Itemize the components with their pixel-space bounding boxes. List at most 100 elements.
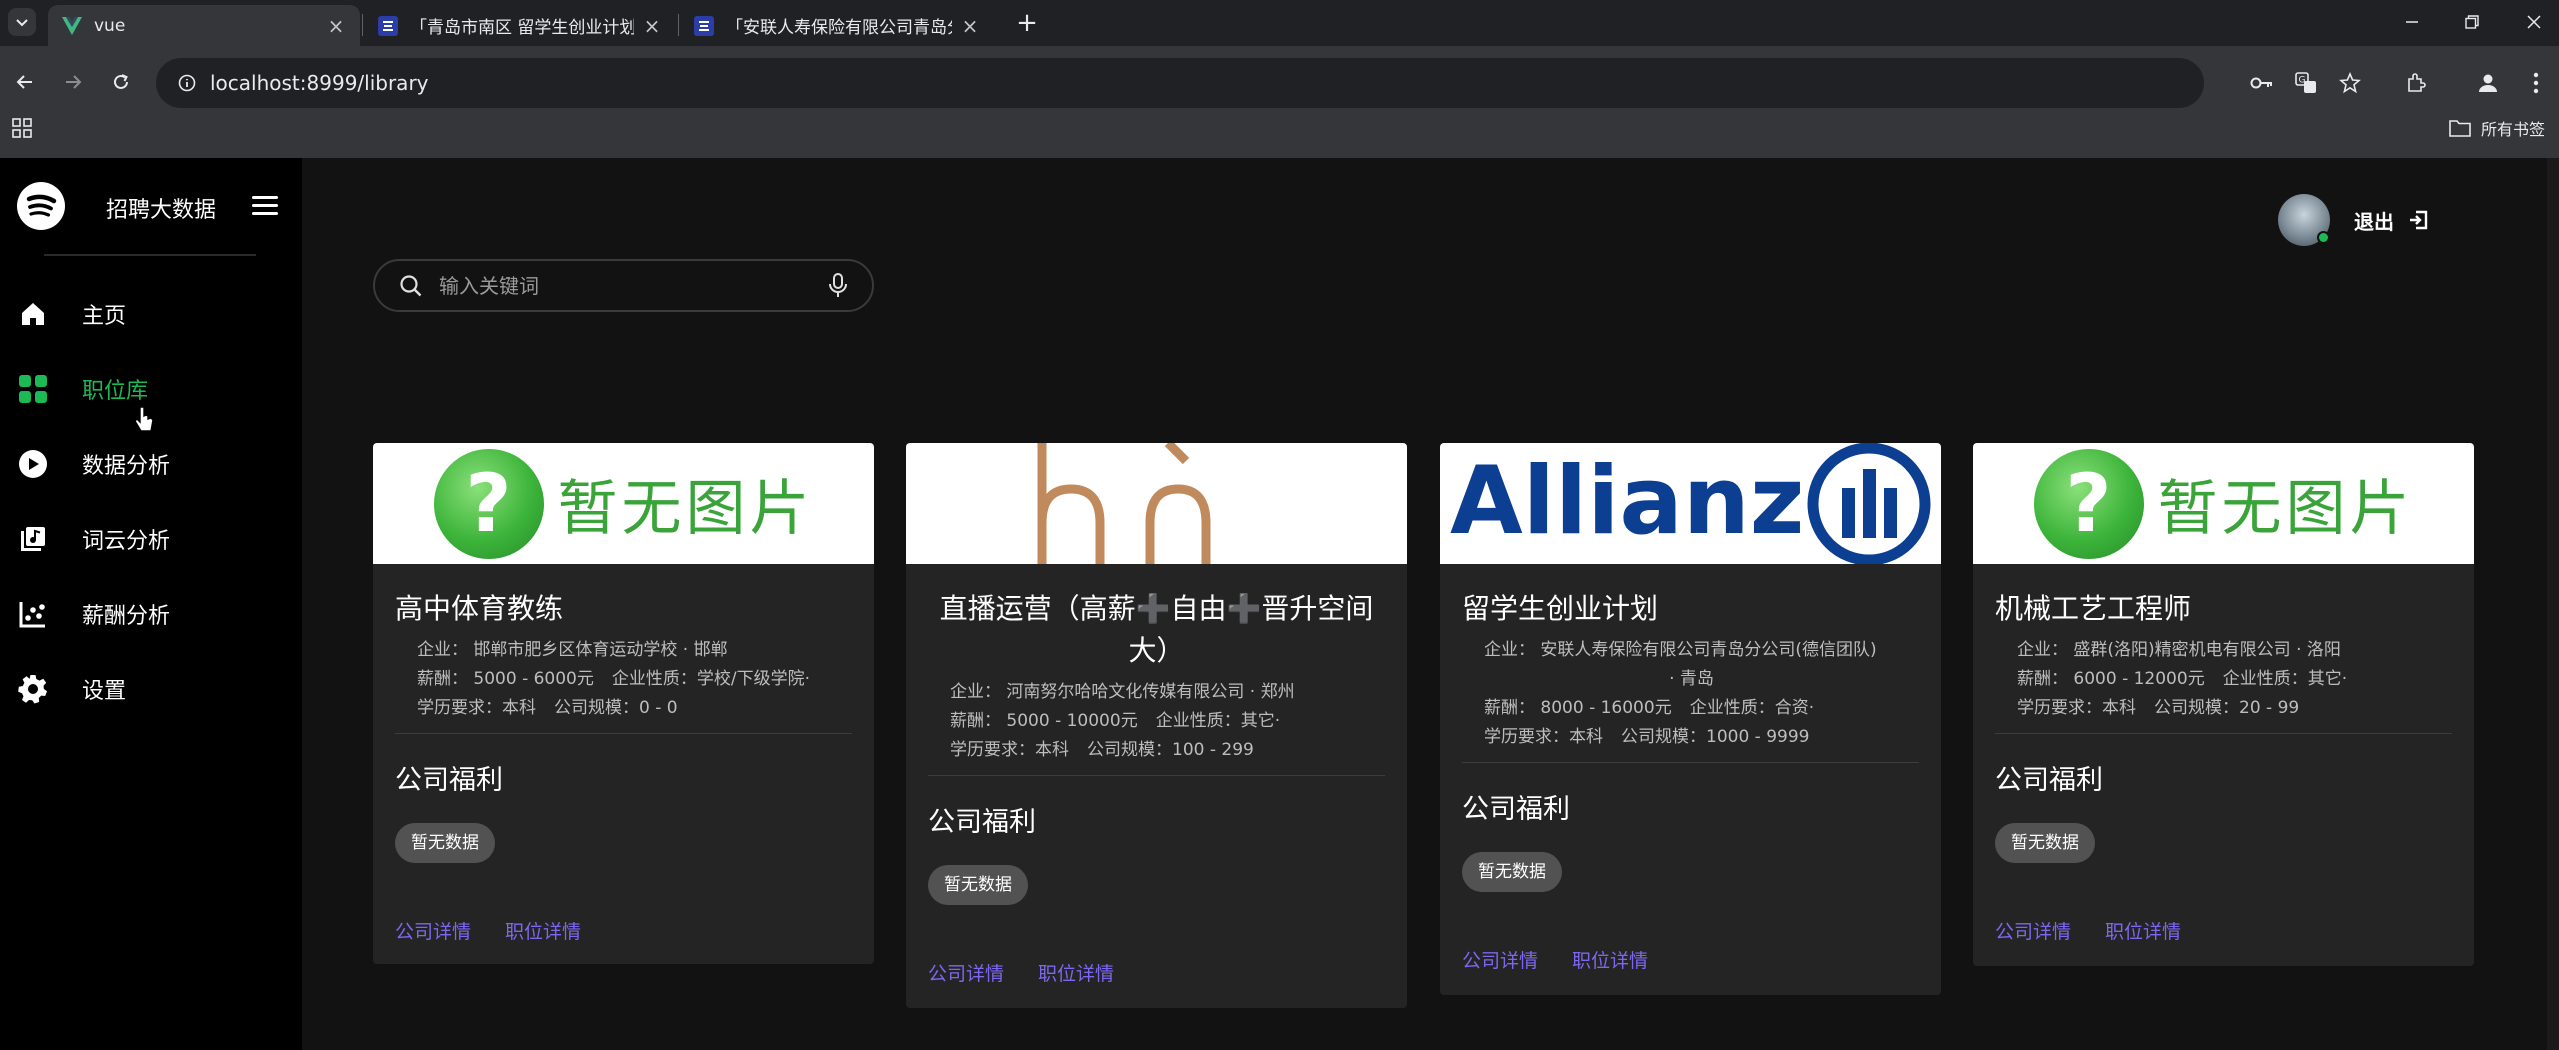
menu-toggle-icon[interactable] <box>252 196 278 220</box>
all-bookmarks-button[interactable]: 所有书签 <box>2449 116 2545 140</box>
company-image <box>906 443 1407 564</box>
education-line: 学历要求：本科 <box>950 740 1069 760</box>
grid-icon <box>16 372 50 406</box>
tab-title: 「安联人寿保险有限公司青岛分 <box>726 18 952 38</box>
search-input[interactable] <box>439 273 828 298</box>
job-title: 留学生创业计划 <box>1462 592 1659 625</box>
company-image: ? 暂无图片 <box>373 443 874 564</box>
welfare-title: 公司福利 <box>395 765 503 796</box>
job-detail-link[interactable]: 职位详情 <box>2105 917 2181 944</box>
arrow-right-icon <box>66 75 82 89</box>
close-icon[interactable]: × <box>960 14 980 38</box>
company-detail-link[interactable]: 公司详情 <box>395 917 471 944</box>
avatar[interactable] <box>2278 194 2330 246</box>
job-title: 机械工艺工程师 <box>1995 592 2192 625</box>
allianz-logo-icon: Allianz <box>1450 443 1931 564</box>
company-detail-link[interactable]: 公司详情 <box>1462 946 1538 973</box>
back-button[interactable] <box>8 65 42 99</box>
password-key-icon[interactable] <box>2246 67 2278 99</box>
more-menu-icon[interactable] <box>2520 67 2552 99</box>
microphone-icon[interactable] <box>828 272 848 299</box>
restore-icon <box>2465 15 2479 29</box>
brand-title: 招聘大数据 <box>106 198 217 223</box>
sidebar-item-salary[interactable]: 薪酬分析 <box>0 586 302 642</box>
tab-job-detail-2[interactable]: 「安联人寿保险有限公司青岛分 × <box>680 5 994 46</box>
divider <box>44 254 256 256</box>
job-site-icon <box>378 15 398 36</box>
vue-icon <box>62 16 82 36</box>
info-icon[interactable] <box>178 74 196 92</box>
profile-icon[interactable] <box>2472 67 2504 99</box>
job-card: ? 暂无图片 机械工艺工程师 企业： 盛群(洛阳)精密机电有限公司 · 洛阳 薪… <box>1973 443 2474 966</box>
bookmark-star-icon[interactable] <box>2334 67 2366 99</box>
company-line: 企业： 盛群(洛阳)精密机电有限公司 · 洛阳 <box>2017 640 2341 660</box>
company-detail-link[interactable]: 公司详情 <box>1995 917 2071 944</box>
logout-label: 退出 <box>2354 209 2394 234</box>
spotify-logo-icon[interactable] <box>17 182 65 230</box>
company-scale: 公司规模：100 - 299 <box>1087 740 1254 760</box>
company-line: 企业： 安联人寿保险有限公司青岛分公司(德信团队) <box>1484 640 1877 660</box>
all-bookmarks-label: 所有书签 <box>2480 120 2545 139</box>
extensions-icon[interactable] <box>2400 67 2432 99</box>
close-icon[interactable]: × <box>326 14 346 38</box>
job-detail-link[interactable]: 职位详情 <box>1038 959 1114 986</box>
company-detail-link[interactable]: 公司详情 <box>928 959 1004 986</box>
reload-button[interactable] <box>104 65 138 99</box>
address-bar[interactable]: localhost:8999/library <box>156 58 2204 108</box>
sidebar-item-wordcloud[interactable]: 词云分析 <box>0 511 302 567</box>
divider <box>395 733 852 734</box>
job-card: ? 暂无图片 高中体育教练 企业： 邯郸市肥乡区体育运动学校 · 邯郸 薪酬： … <box>373 443 874 964</box>
sidebar-item-home[interactable]: 主页 <box>0 286 302 342</box>
job-detail-link[interactable]: 职位详情 <box>1572 946 1648 973</box>
home-icon <box>16 297 50 331</box>
sidebar-item-label: 词云分析 <box>82 529 171 554</box>
tab-job-detail-1[interactable]: 「青岛市南区 留学生创业计划」 × <box>364 5 676 46</box>
welfare-title: 公司福利 <box>1995 765 2103 796</box>
job-detail-link[interactable]: 职位详情 <box>505 917 581 944</box>
question-mark-icon: ? <box>433 448 544 559</box>
svg-text:G: G <box>2299 76 2306 86</box>
divider <box>1995 733 2452 734</box>
close-window-button[interactable] <box>2514 6 2554 38</box>
sidebar-item-settings[interactable]: 设置 <box>0 661 302 717</box>
job-card: 直播运营（高薪➕自由➕晋升空间大） 企业： 河南努尔哈哈文化传媒有限公司 · 郑… <box>906 443 1407 1008</box>
user-box: 退出 <box>2278 194 2428 246</box>
scrollbar[interactable] <box>2547 158 2559 1050</box>
salary-line: 薪酬： 5000 - 6000元 <box>417 669 594 689</box>
restore-button[interactable] <box>2452 6 2492 38</box>
tab-vue[interactable]: vue × <box>48 5 360 46</box>
sidebar-item-label: 设置 <box>82 679 127 704</box>
tab-search-button[interactable] <box>8 8 36 36</box>
browser-toolbar: localhost:8999/library G <box>0 46 2559 158</box>
education-line: 学历要求：本科 <box>1484 727 1603 747</box>
salary-line: 薪酬： 8000 - 16000元 <box>1484 698 1672 718</box>
job-meta: 企业： 安联人寿保险有限公司青岛分公司(德信团队) · 青岛 薪酬： 8000 … <box>1462 630 1919 752</box>
reload-icon <box>114 74 128 89</box>
translate-icon[interactable]: G <box>2290 67 2322 99</box>
logout-button[interactable]: 退出 <box>2354 206 2428 235</box>
divider <box>1462 762 1919 763</box>
minimize-icon <box>2406 21 2418 23</box>
salary-line: 薪酬： 5000 - 10000元 <box>950 711 1138 731</box>
brand-logo-icon <box>1037 443 1211 564</box>
company-scale: 公司规模：1000 - 9999 <box>1621 727 1810 747</box>
minimize-button[interactable] <box>2392 6 2432 38</box>
new-tab-button[interactable]: + <box>1012 8 1042 38</box>
search-box[interactable] <box>373 259 874 312</box>
chevron-down-icon <box>16 19 28 27</box>
company-city: · 青岛 <box>1669 669 1714 689</box>
company-nature: 企业性质：合资· <box>1689 698 1815 718</box>
welfare-title: 公司福利 <box>928 807 1036 838</box>
company-nature: 企业性质：学校/下级学院· <box>611 669 811 689</box>
sidebar-item-label: 数据分析 <box>82 454 171 479</box>
sidebar-item-label: 主页 <box>82 304 127 329</box>
close-icon[interactable]: × <box>642 14 662 38</box>
sidebar-item-label: 薪酬分析 <box>82 604 171 629</box>
folder-icon <box>2449 120 2471 137</box>
play-circle-icon <box>16 447 50 481</box>
tab-title: vue <box>94 15 126 36</box>
forward-button[interactable] <box>56 65 90 99</box>
apps-grid-icon[interactable] <box>12 118 32 142</box>
sidebar-item-data-analysis[interactable]: 数据分析 <box>0 436 302 492</box>
tab-title: 「青岛市南区 留学生创业计划」 <box>410 18 634 38</box>
